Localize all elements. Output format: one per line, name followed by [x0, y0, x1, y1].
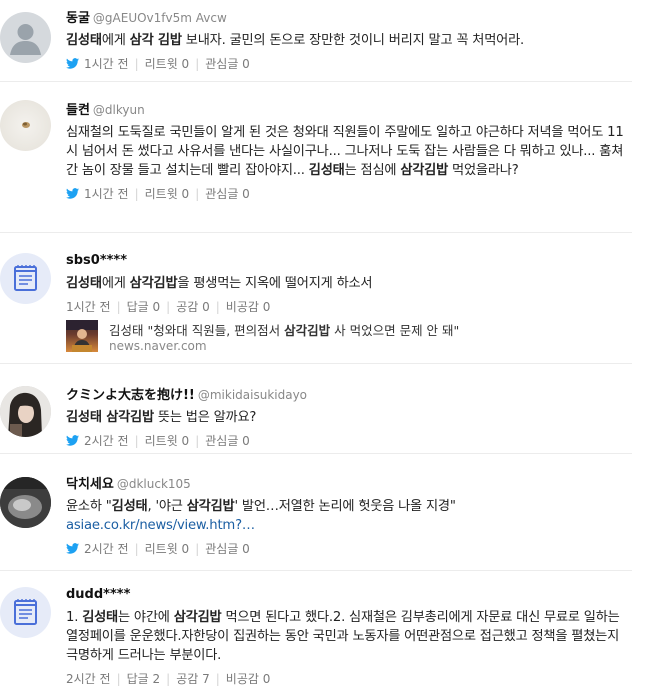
like-button[interactable]: 관심글 0: [205, 187, 250, 201]
tweet-post: クミンよ大志を抱け!! @mikidaisukidayo 김성태 삼각김밥 뜻는 …: [0, 364, 632, 454]
author-nickname[interactable]: 닥치세요: [66, 477, 114, 492]
highlighted-keyword: 김성태: [82, 610, 118, 625]
post-text: 1. 김성태는 야간에 삼각김밥 먹으면 된다고 했다.2. 심재철은 김부총리…: [66, 608, 632, 665]
reply-button[interactable]: 답글 0: [127, 300, 161, 314]
highlighted-keyword: 김성태: [66, 33, 102, 48]
author-handle[interactable]: @mikidaisukidayo: [198, 388, 307, 402]
author-handle[interactable]: @dkluck105: [117, 477, 191, 491]
user-avatar[interactable]: [0, 386, 51, 437]
post-text: 심재철의 도둑질로 국민들이 알게 된 것은 청와대 직원들이 주말에도 일하고…: [66, 123, 632, 180]
highlighted-keyword: 김성태: [308, 163, 345, 178]
news-thumbnail: [66, 320, 98, 352]
user-avatar[interactable]: [0, 477, 51, 528]
highlighted-keyword: 김성태: [111, 499, 148, 514]
highlighted-keyword: 삼각김밥: [186, 499, 235, 514]
post-time[interactable]: 1시간 전: [84, 57, 129, 71]
social-feed: 동굴 @gAEUOv1fv5m Avcw 김성태에게 삼각 김밥 보내자. 굴민의…: [0, 0, 650, 693]
highlighted-keyword: 삼각김밥: [173, 610, 222, 625]
text-run: 먹었을라나?: [448, 163, 519, 178]
post-text: 김성태 삼각김밥 뜻는 법은 알까요?: [66, 408, 632, 427]
post-meta: 1시간 전 | 리트윗 0 | 관심글 0: [66, 56, 632, 72]
highlighted-keyword: 삼각 김밥: [129, 33, 182, 48]
reply-button[interactable]: 답글 2: [127, 672, 161, 686]
post-time[interactable]: 1시간 전: [84, 187, 129, 201]
post-time[interactable]: 2시간 전: [66, 672, 111, 686]
text-run: 1.: [66, 610, 83, 625]
text-run: 뜻는 법은 알까요?: [153, 410, 257, 425]
text-run: 을 평생먹는 지옥에 떨어지게 하소서: [177, 276, 373, 291]
highlighted-keyword: 삼각김밥: [400, 163, 449, 178]
tweet-post: 닥치세요 @dkluck105 윤소하 "김성태, '야근 삼각김밥' 발언…저열…: [0, 454, 632, 571]
comment-post: sbs0**** 김성태에게 삼각김밥을 평생먹는 지옥에 떨어지게 하소서 1…: [0, 233, 632, 364]
post-text: 윤소하 "김성태, '야근 삼각김밥' 발언…저열한 논리에 헛웃음 나올 지경…: [66, 497, 632, 535]
text-run: 는 야간에: [118, 610, 174, 625]
tweet-post: 동굴 @gAEUOv1fv5m Avcw 김성태에게 삼각 김밥 보내자. 굴민의…: [0, 0, 632, 82]
post-time[interactable]: 2시간 전: [84, 434, 129, 448]
post-meta: 1시간 전 | 답글 0 | 공감 0 | 비공감 0: [66, 300, 271, 314]
disagree-button[interactable]: 비공감 0: [226, 672, 271, 686]
retweet-button[interactable]: 리트윗 0: [145, 434, 190, 448]
twitter-bird-icon: [66, 58, 79, 69]
twitter-bird-icon: [66, 188, 79, 199]
text-run: 보내자. 굴민의 돈으로 장만한 것이니 버리지 말고 꼭 처먹어라.: [181, 33, 525, 48]
twitter-bird-icon: [66, 435, 79, 446]
text-run: , '야근: [147, 499, 187, 514]
author-handle[interactable]: @dlkyun: [93, 103, 145, 117]
author-handle[interactable]: @gAEUOv1fv5m Avcw: [93, 11, 227, 25]
author-nickname[interactable]: クミンよ大志を抱け!!: [66, 388, 195, 403]
like-button[interactable]: 관심글 0: [205, 434, 250, 448]
post-link[interactable]: asiae.co.kr/news/view.htm?…: [66, 518, 255, 533]
author-nickname[interactable]: dudd****: [66, 587, 130, 602]
post-time[interactable]: 2시간 전: [84, 542, 129, 556]
user-avatar[interactable]: [0, 100, 51, 151]
highlighted-keyword: 김성태: [66, 276, 102, 291]
text-run: 에게: [101, 276, 130, 291]
author-nickname[interactable]: sbs0****: [66, 253, 127, 268]
post-meta: 2시간 전 | 답글 2 | 공감 7 | 비공감 0: [66, 672, 271, 686]
newspaper-icon[interactable]: [0, 253, 51, 304]
newspaper-icon[interactable]: [0, 587, 51, 638]
news-link-card[interactable]: 김성태 "청와대 직원들, 편의점서 삼각김밥 사 먹었으면 문제 안 돼" n…: [66, 320, 526, 356]
news-source: news.naver.com: [109, 339, 207, 353]
like-button[interactable]: 관심글 0: [205, 542, 250, 556]
text-run: 에게: [101, 33, 130, 48]
agree-button[interactable]: 공감 7: [176, 672, 210, 686]
post-text: 김성태에게 삼각김밥을 평생먹는 지옥에 떨어지게 하소서: [66, 274, 632, 293]
highlighted-keyword: 삼각김밥: [129, 276, 178, 291]
author-nickname[interactable]: 동굴: [66, 11, 90, 26]
post-time[interactable]: 1시간 전: [66, 300, 111, 314]
text-run: ' 발언…저열한 논리에 헛웃음 나올 지경": [234, 499, 456, 514]
agree-button[interactable]: 공감 0: [176, 300, 210, 314]
post-meta: 2시간 전 | 리트윗 0 | 관심글 0: [66, 433, 632, 449]
disagree-button[interactable]: 비공감 0: [226, 300, 271, 314]
default-avatar-icon[interactable]: [0, 12, 51, 63]
tweet-post: 들켠 @dlkyun 심재철의 도둑질로 국민들이 알게 된 것은 청와대 직원들…: [0, 82, 632, 233]
like-button[interactable]: 관심글 0: [205, 57, 250, 71]
post-meta: 1시간 전 | 리트윗 0 | 관심글 0: [66, 186, 632, 202]
retweet-button[interactable]: 리트윗 0: [145, 542, 190, 556]
highlighted-keyword: 김성태 삼각김밥: [66, 410, 154, 425]
text-run: 윤소하 ": [66, 499, 112, 514]
author-nickname[interactable]: 들켠: [66, 103, 90, 118]
post-text: 김성태에게 삼각 김밥 보내자. 굴민의 돈으로 장만한 것이니 버리지 말고 …: [66, 31, 632, 50]
news-title[interactable]: 김성태 "청와대 직원들, 편의점서 삼각김밥 사 먹었으면 문제 안 돼": [109, 320, 459, 339]
retweet-button[interactable]: 리트윗 0: [145, 187, 190, 201]
retweet-button[interactable]: 리트윗 0: [145, 57, 190, 71]
twitter-bird-icon: [66, 543, 79, 554]
text-run: 는 점심에: [344, 163, 401, 178]
post-meta: 2시간 전 | 리트윗 0 | 관심글 0: [66, 541, 632, 557]
comment-post: dudd**** 1. 김성태는 야간에 삼각김밥 먹으면 된다고 했다.2. …: [0, 571, 632, 693]
